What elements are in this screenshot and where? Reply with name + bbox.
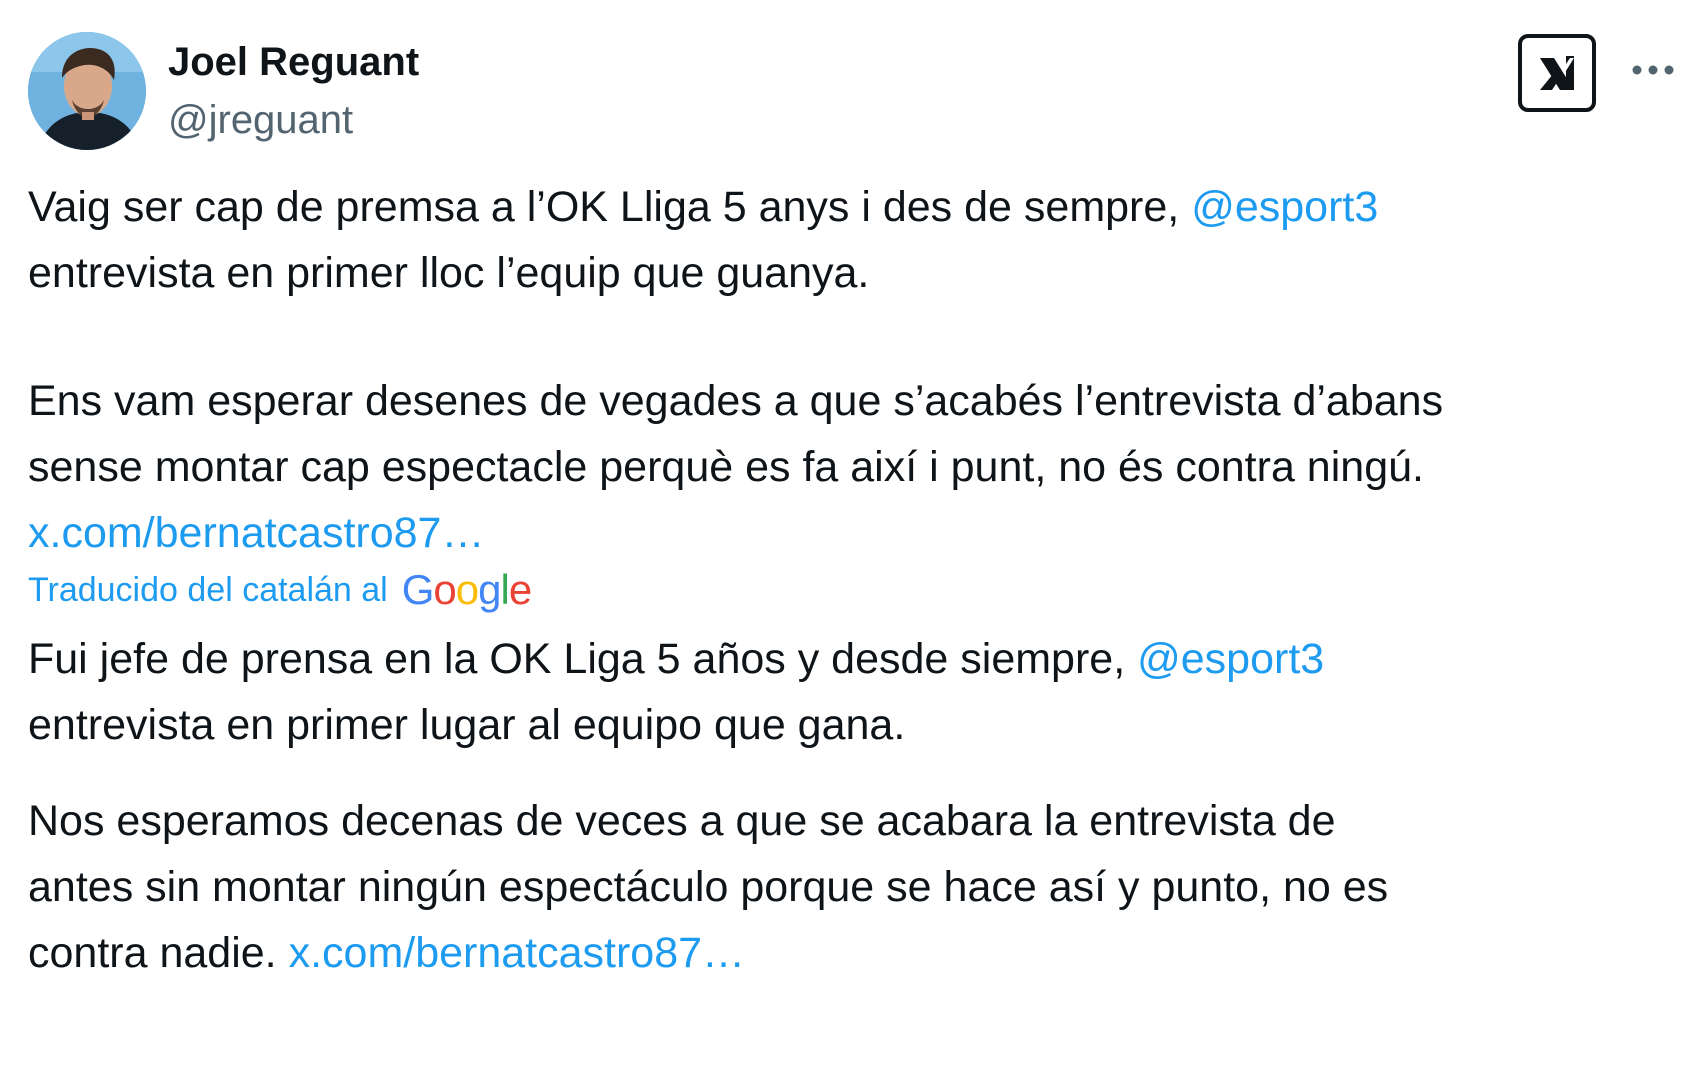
original-p1-line-1: Vaig ser cap de premsa a l’OK Lliga 5 an… — [28, 174, 1678, 240]
translated-p2-line-1: Nos esperamos decenas de veces a que se … — [28, 797, 1336, 845]
google-logo: Google — [401, 566, 532, 613]
translated-link[interactable]: x.com/bernatcastro87… — [289, 929, 745, 977]
author-name[interactable]: Joel Reguant — [168, 40, 419, 85]
original-p1-line-2: entrevista en primer lloc l’equip que gu… — [28, 249, 870, 297]
translation-label[interactable]: Traducido del catalán al — [28, 571, 388, 610]
original-paragraph-1: Vaig ser cap de premsa a l’OK Lliga 5 an… — [28, 174, 1678, 306]
translated-p1-text: Fui jefe de prensa en la OK Liga 5 años … — [28, 635, 1126, 683]
tweet: Joel Reguant @jreguant Vaig ser cap de p… — [0, 0, 1706, 1075]
translated-paragraph-1-content: Fui jefe de prensa en la OK Liga 5 años … — [28, 626, 1678, 758]
original-p2-line-1: Ens vam esperar desenes de vegades a que… — [28, 377, 1444, 425]
mention-esport3[interactable]: @esport3 — [1191, 183, 1378, 231]
author-handle[interactable]: @jreguant — [168, 98, 353, 143]
translated-p1-line-2: entrevista en primer lugar al equipo que… — [28, 701, 906, 749]
translated-paragraph-2: Nos esperamos decenas de veces a que se … — [28, 788, 1678, 986]
original-p1-text: Vaig ser cap de premsa a l’OK Lliga 5 an… — [28, 183, 1180, 231]
tweet-header: Joel Reguant @jreguant — [28, 32, 1678, 152]
translated-p2-text: contra nadie. — [28, 929, 277, 977]
more-icon — [1632, 65, 1674, 75]
original-link[interactable]: x.com/bernatcastro87… — [28, 500, 1678, 566]
translated-p2-line-2: antes sin montar ningún espectáculo porq… — [28, 863, 1389, 911]
grok-icon — [1540, 56, 1574, 90]
avatar[interactable] — [28, 32, 146, 150]
more-button[interactable] — [1628, 50, 1678, 90]
original-p2-line-2: sense montar cap espectacle perquè es fa… — [28, 443, 1424, 491]
translated-p1-line-1: Fui jefe de prensa en la OK Liga 5 años … — [28, 626, 1678, 692]
original-paragraph-2: Ens vam esperar desenes de vegades a que… — [28, 368, 1678, 566]
translated-mention-esport3[interactable]: @esport3 — [1137, 635, 1324, 683]
translation-attribution: Traducido del catalán al Google — [28, 562, 532, 618]
grok-button[interactable] — [1518, 34, 1596, 112]
translated-p2-line-3: contra nadie. x.com/bernatcastro87… — [28, 920, 1678, 986]
